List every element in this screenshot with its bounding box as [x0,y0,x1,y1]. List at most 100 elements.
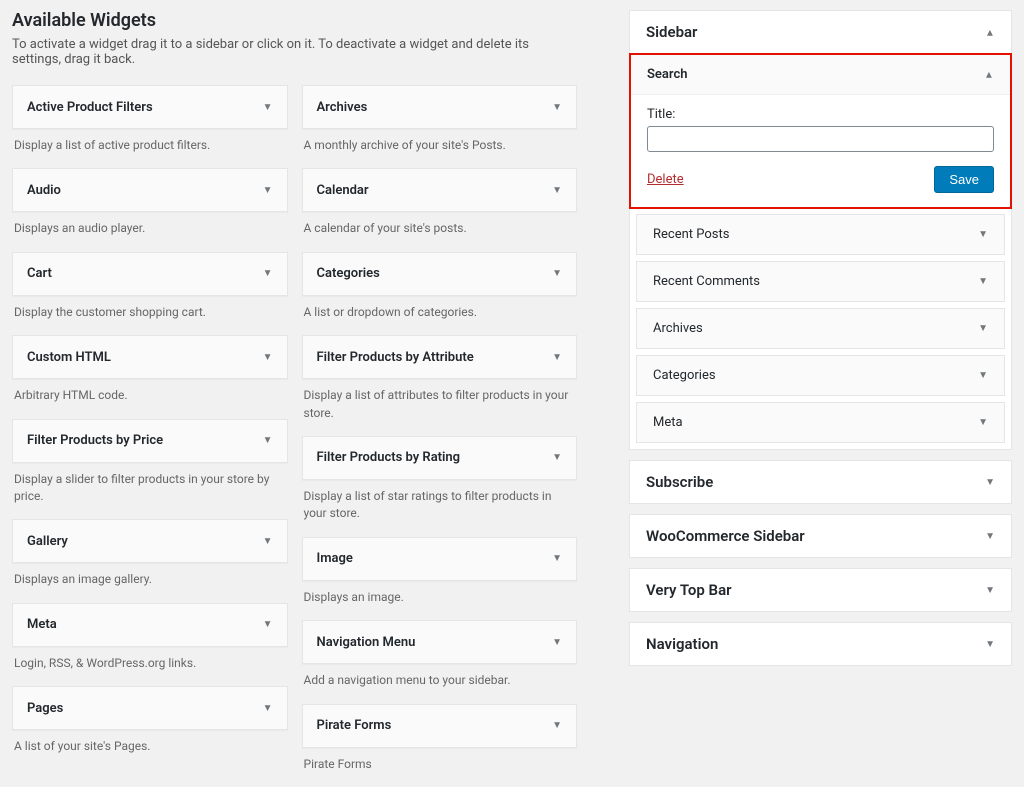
widget-label: Calendar [317,183,369,198]
widget-description: Pirate Forms [302,748,578,787]
widget-label: Filter Products by Price [27,433,163,448]
available-widget[interactable]: Gallery ▼ [12,519,288,563]
available-widget[interactable]: Image▼ [302,537,578,581]
available-widget[interactable]: Filter Products by Price▼ [12,419,288,463]
available-widget[interactable]: Filter Products by Rating ▼ [302,436,578,480]
sidebar-widget-collapsed[interactable]: Meta ▼ [636,402,1005,443]
chevron-down-icon: ▼ [552,268,562,279]
sidebar-area: Navigation ▼ [629,622,1012,666]
sidebar-area-header[interactable]: Very Top Bar▼ [630,569,1011,611]
chevron-down-icon: ▼ [263,619,273,630]
chevron-down-icon: ▼ [985,531,995,542]
chevron-down-icon: ▼ [552,102,562,113]
available-widget[interactable]: Meta ▼ [12,603,288,647]
sidebar-area-header[interactable]: WooCommerce Sidebar ▼ [630,515,1011,557]
sidebar-area-title: WooCommerce Sidebar [646,527,805,545]
chevron-down-icon: ▼ [552,452,562,463]
chevron-down-icon: ▼ [985,639,995,650]
chevron-down-icon: ▼ [985,585,995,596]
widget-label: Gallery [27,534,68,549]
widget-description: Arbitrary HTML code. [12,379,288,418]
widget-label: Categories [317,266,380,281]
widget-description: A list of your site's Pages. [12,730,288,769]
sidebar-area: Very Top Bar▼ [629,568,1012,612]
available-widget[interactable]: Navigation Menu ▼ [302,620,578,664]
sidebar-area-header[interactable]: Subscribe▼ [630,461,1011,503]
widget-label: Audio [27,183,61,198]
chevron-down-icon: ▼ [552,637,562,648]
widget-label: Recent Posts [653,227,729,242]
sidebar-area: WooCommerce Sidebar ▼ [629,514,1012,558]
widget-description: Display a list of star ratings to filter… [302,480,578,537]
widget-description: Displays an image. [302,581,578,620]
chevron-down-icon: ▼ [263,703,273,714]
widget-description: A list or dropdown of categories. [302,296,578,335]
widget-description: Displays an image gallery. [12,563,288,602]
chevron-down-icon: ▼ [978,276,988,287]
chevron-down-icon: ▼ [263,102,273,113]
widget-label: Cart [27,266,52,281]
widget-search: Search ▼ Title: Delete Save [631,55,1010,207]
widget-description: Displays an audio player. [12,212,288,251]
sidebar-area-title: Navigation [646,635,718,653]
available-widget[interactable]: Pages ▼ [12,686,288,730]
chevron-up-icon: ▼ [985,27,995,38]
chevron-down-icon: ▼ [263,185,273,196]
sidebar-area-title: Subscribe [646,473,713,491]
widget-label: Pages [27,701,63,716]
widget-label: Custom HTML [27,350,111,365]
available-widget[interactable]: Archives ▼ [302,85,578,129]
chevron-down-icon: ▼ [263,536,273,547]
title-input[interactable] [647,126,994,152]
chevron-down-icon: ▼ [552,185,562,196]
sidebar-widget-collapsed[interactable]: Archives ▼ [636,308,1005,349]
chevron-down-icon: ▼ [978,417,988,428]
available-widget[interactable]: Calendar ▼ [302,168,578,212]
widget-description: Add a navigation menu to your sidebar. [302,664,578,703]
widget-label: Navigation Menu [317,635,416,650]
widget-label: Archives [317,100,368,115]
sidebar-widget-collapsed[interactable]: Recent Posts▼ [636,214,1005,255]
widget-label: Pirate Forms [317,718,392,733]
widget-description: Display a list of attributes to filter p… [302,379,578,436]
widget-label: Meta [653,415,683,430]
chevron-up-icon: ▼ [984,69,994,80]
sidebar-area-header[interactable]: Navigation ▼ [630,623,1011,665]
widget-search-label: Search [647,67,688,82]
widget-label: Archives [653,321,703,336]
search-widget-highlight: Search ▼ Title: Delete Save [629,53,1012,209]
widget-description: A monthly archive of your site's Posts. [302,129,578,168]
widget-description: A calendar of your site's posts. [302,212,578,251]
sidebar-widget-collapsed[interactable]: Recent Comments▼ [636,261,1005,302]
page-title: Available Widgets [12,10,577,31]
available-widget[interactable]: Custom HTML ▼ [12,335,288,379]
sidebar-widget-collapsed[interactable]: Categories▼ [636,355,1005,396]
sidebar-area-sidebar: Sidebar ▼ Search ▼ Title: Delet [629,10,1012,450]
available-widgets-panel: Available Widgets To activate a widget d… [12,10,577,787]
delete-link[interactable]: Delete [647,172,684,187]
available-widget[interactable]: Cart▼ [12,252,288,296]
chevron-down-icon: ▼ [552,352,562,363]
widget-description: Display a list of active product filters… [12,129,288,168]
widget-search-header[interactable]: Search ▼ [631,55,1010,95]
widget-description: Display the customer shopping cart. [12,296,288,335]
available-widget[interactable]: Categories ▼ [302,252,578,296]
chevron-down-icon: ▼ [978,323,988,334]
chevron-down-icon: ▼ [978,370,988,381]
widget-label: Filter Products by Rating [317,450,461,465]
widget-description: Login, RSS, & WordPress.org links. [12,647,288,686]
chevron-down-icon: ▼ [552,720,562,731]
available-widget[interactable]: Audio ▼ [12,168,288,212]
widget-label: Meta [27,617,57,632]
save-button[interactable]: Save [934,166,994,193]
widget-description: Display a slider to filter products in y… [12,463,288,520]
title-field-label: Title: [647,107,994,122]
sidebar-area-header[interactable]: Sidebar ▼ [630,11,1011,53]
chevron-down-icon: ▼ [263,352,273,363]
available-widget[interactable]: Active Product Filters ▼ [12,85,288,129]
widget-label: Active Product Filters [27,100,153,115]
available-widget[interactable]: Filter Products by Attribute▼ [302,335,578,379]
chevron-down-icon: ▼ [552,553,562,564]
available-widget[interactable]: Pirate Forms ▼ [302,704,578,748]
sidebar-area-title: Sidebar [646,23,697,41]
